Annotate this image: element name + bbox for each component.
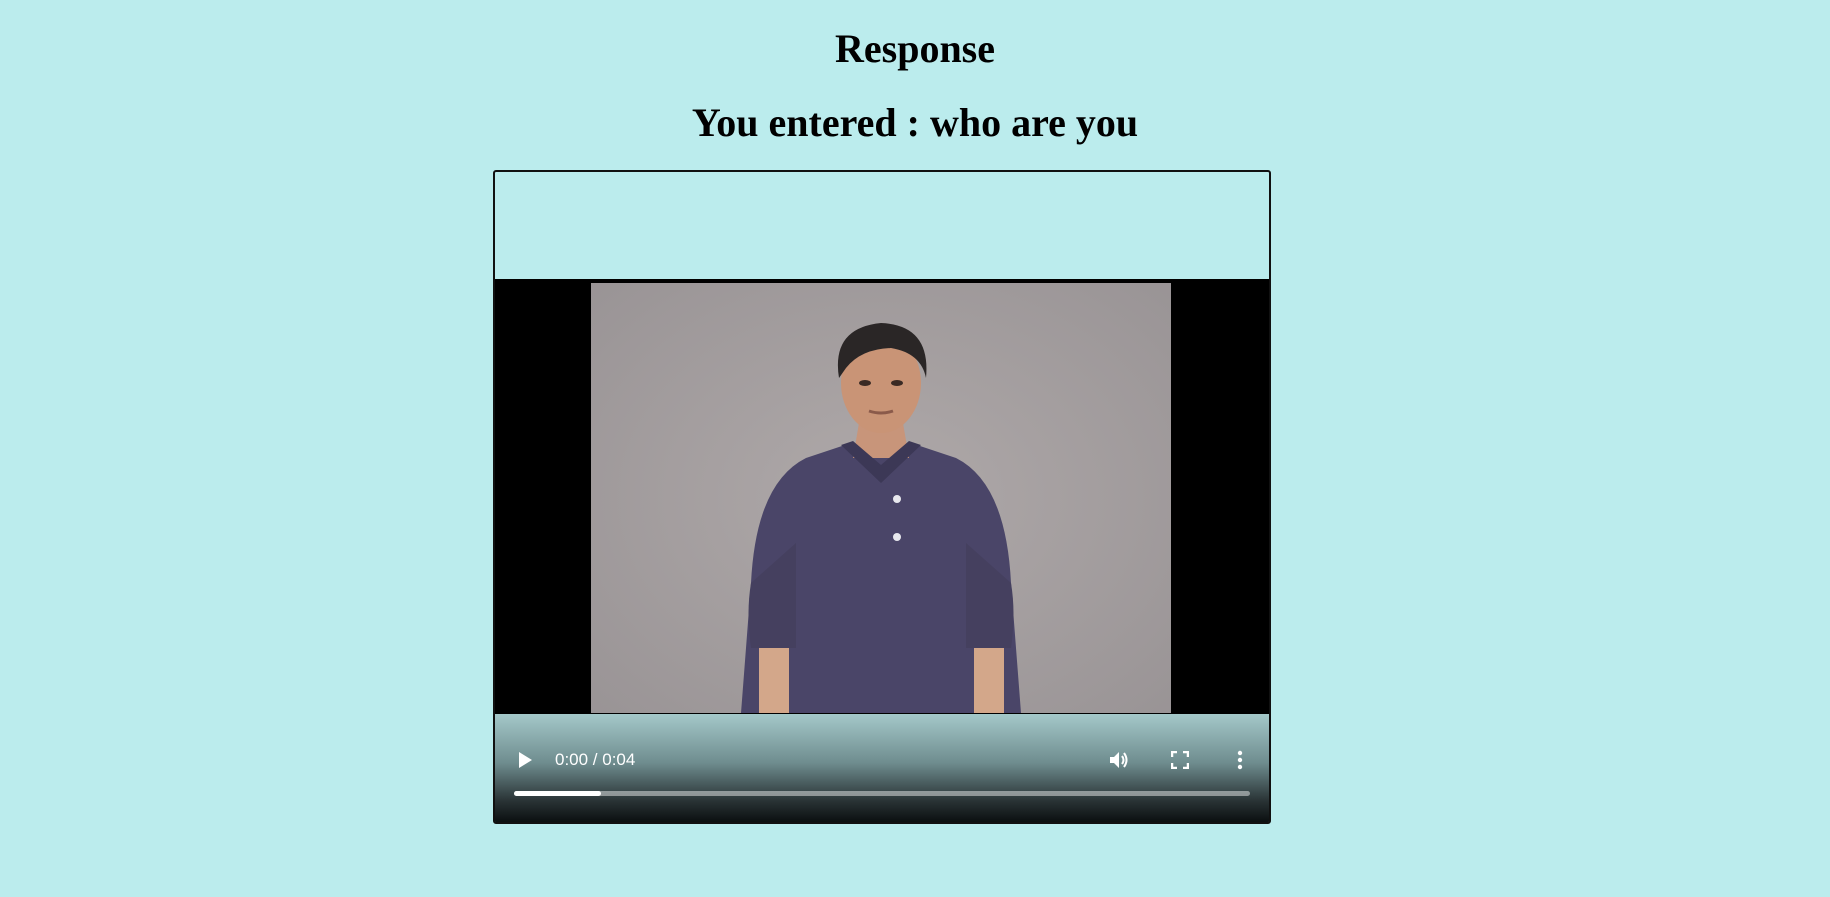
play-button[interactable] <box>510 745 540 775</box>
fullscreen-button[interactable] <box>1165 745 1195 775</box>
fullscreen-icon <box>1171 751 1189 769</box>
play-icon <box>519 752 532 768</box>
volume-icon <box>1110 752 1128 768</box>
entered-text-heading: You entered : who are you <box>691 100 1139 145</box>
volume-button[interactable] <box>1104 745 1134 775</box>
video-frame-image <box>591 283 1171 713</box>
video-display[interactable]: 0:00 / 0:04 <box>495 279 1269 822</box>
time-display: 0:00 / 0:04 <box>555 750 636 769</box>
page-title: Response <box>834 26 996 71</box>
video-player[interactable]: 0:00 / 0:04 <box>493 170 1271 824</box>
more-vertical-icon <box>1237 750 1243 770</box>
more-options-button[interactable] <box>1225 745 1255 775</box>
progress-bar-fill <box>514 791 601 796</box>
progress-bar[interactable] <box>514 791 1250 796</box>
video-controls-bar: 0:00 / 0:04 <box>495 714 1269 822</box>
